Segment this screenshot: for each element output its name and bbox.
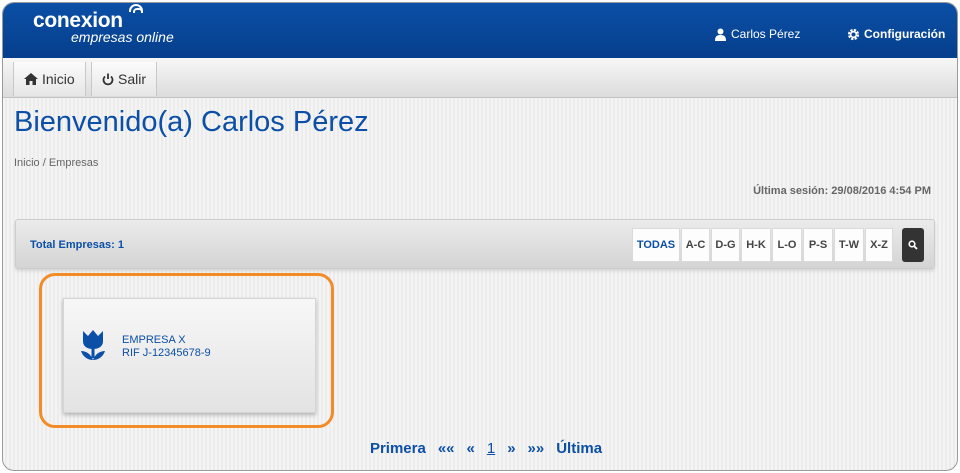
page-next-next[interactable]: »» [528,440,545,457]
home-button[interactable]: Inicio [13,62,86,96]
exit-button[interactable]: Salir [91,62,158,96]
filter-l-o[interactable]: L-O [772,228,802,262]
user-icon [715,28,726,41]
gear-icon [847,28,860,40]
filter-h-k[interactable]: H-K [741,228,771,262]
company-info: EMPRESA X RIF J-12345678-9 [122,334,211,360]
filter-x-z[interactable]: X-Z [865,228,893,262]
company-name: EMPRESA X [122,334,186,346]
breadcrumb: Inicio / Empresas [14,157,99,169]
filter-a-c[interactable]: A-C [681,228,710,262]
page-last[interactable]: Última [556,440,602,457]
filter-d-g[interactable]: D-G [711,228,740,262]
page-next[interactable]: » [507,440,515,457]
exit-label: Salir [118,71,147,87]
nav-bar: Inicio Salir [3,58,957,98]
logo-main-text: conexion [33,4,174,31]
page-prev[interactable]: « [467,440,475,457]
logo-sub-text: empresas online [71,29,174,45]
page-first[interactable]: Primera [370,440,426,457]
company-rif: RIF J-12345678-9 [122,347,211,359]
home-label: Inicio [42,71,75,87]
search-icon [908,240,918,250]
tulip-icon [81,330,105,360]
last-session-text: Última sesión: 29/08/2016 4:54 PM [753,185,931,197]
total-companies: Total Empresas: 1 [30,239,124,251]
filter-todas[interactable]: TODAS [632,228,680,262]
app-window: conexion empresas online Carlos Pérez Co… [2,2,958,471]
search-button[interactable] [902,228,924,262]
page-prev-prev[interactable]: «« [438,440,455,457]
filter-t-w[interactable]: T-W [834,228,864,262]
wifi-icon [129,4,143,13]
power-icon [102,73,114,85]
user-name: Carlos Pérez [731,27,801,41]
letter-filters: TODAS A-C D-G H-K L-O P-S T-W X-Z [632,228,893,262]
pagination: Primera «« « 1 » »» Última [3,440,957,457]
page-current[interactable]: 1 [487,440,495,457]
home-icon [24,73,38,85]
filter-p-s[interactable]: P-S [803,228,833,262]
user-menu[interactable]: Carlos Pérez [715,27,800,41]
config-button[interactable]: Configuración [847,27,945,41]
filter-bar: Total Empresas: 1 TODAS A-C D-G H-K L-O … [15,219,935,269]
config-label: Configuración [864,27,946,41]
logo[interactable]: conexion empresas online [33,4,174,45]
top-header: conexion empresas online Carlos Pérez Co… [3,3,957,58]
company-card[interactable]: EMPRESA X RIF J-12345678-9 [63,298,316,413]
page-title: Bienvenido(a) Carlos Pérez [14,106,369,138]
